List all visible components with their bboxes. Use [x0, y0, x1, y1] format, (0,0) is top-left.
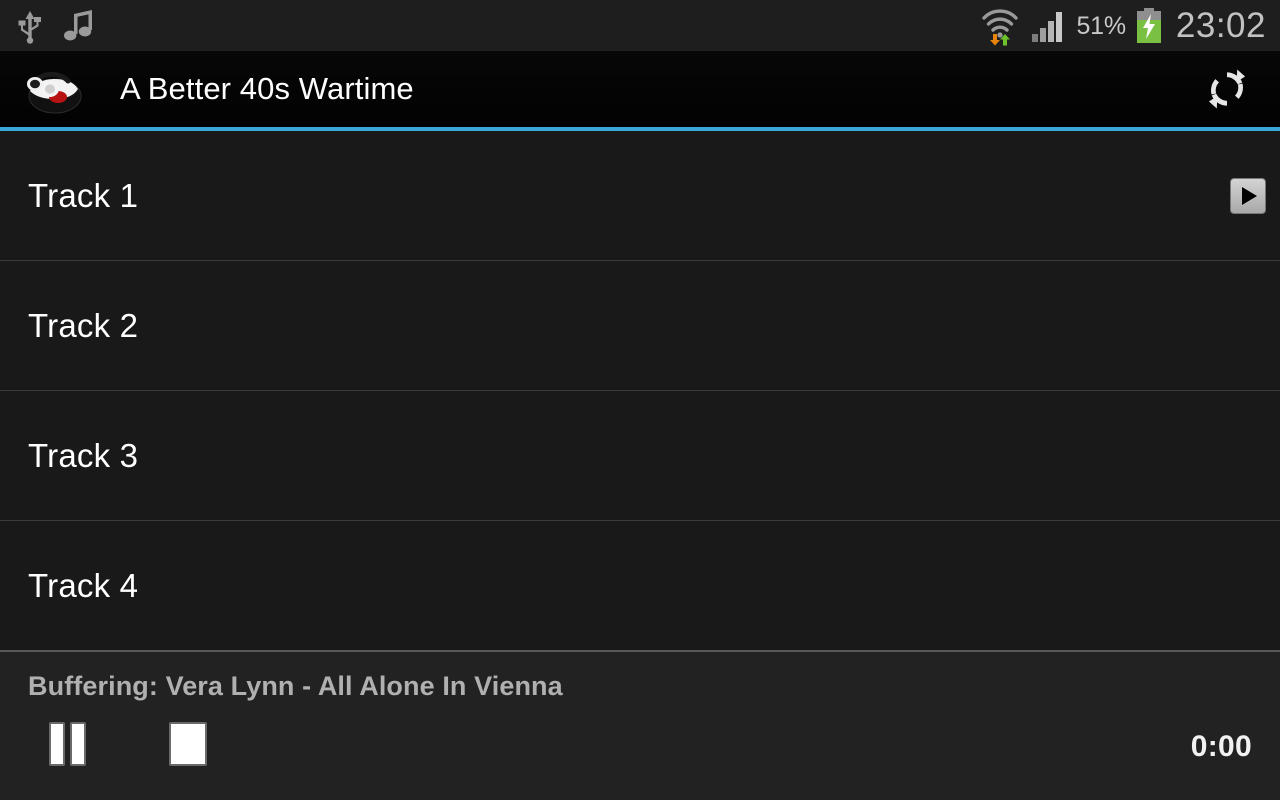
elapsed-time-label: 0:00: [1190, 730, 1252, 763]
stop-button[interactable]: [169, 722, 207, 766]
pause-icon-bar-left: [49, 722, 65, 766]
play-triangle-icon: [1242, 186, 1257, 205]
track-label: Track 4: [28, 567, 139, 604]
usb-icon: [14, 8, 46, 44]
playback-status-text: Buffering: Vera Lynn - All Alone In Vien…: [28, 671, 563, 701]
status-bar-right-icons: 51% 23:02: [978, 6, 1280, 46]
cellular-signal-icon: [1031, 9, 1067, 43]
battery-charging-icon: [1135, 7, 1163, 44]
refresh-sync-icon[interactable]: [1200, 62, 1254, 116]
track-list-item[interactable]: Track 2: [0, 261, 1280, 391]
pause-icon-bar-right: [70, 722, 86, 766]
status-bar-clock: 23:02: [1175, 5, 1266, 45]
track-label: Track 1: [28, 176, 139, 214]
track-list[interactable]: Track 1 Track 2 Track 3 Track 4: [0, 131, 1280, 651]
status-bar[interactable]: 51% 23:02: [0, 0, 1280, 51]
track-label: Track 2: [28, 306, 139, 344]
music-note-icon: [62, 8, 96, 44]
track-list-item[interactable]: Track 1: [0, 131, 1280, 261]
pause-button[interactable]: [49, 722, 87, 766]
action-bar: A Better 40s Wartime: [0, 51, 1280, 168]
wifi-transfer-icon: [978, 6, 1022, 46]
radio-headphones-icon: [22, 63, 84, 115]
page-title: A Better 40s Wartime: [120, 71, 414, 106]
play-button[interactable]: [1230, 177, 1266, 214]
status-bar-left-icons: [0, 8, 96, 44]
track-label: Track 3: [28, 436, 139, 474]
track-list-item[interactable]: Track 3: [0, 391, 1280, 521]
battery-percent-label: 51%: [1076, 12, 1126, 40]
track-list-item[interactable]: Track 4: [0, 521, 1280, 651]
